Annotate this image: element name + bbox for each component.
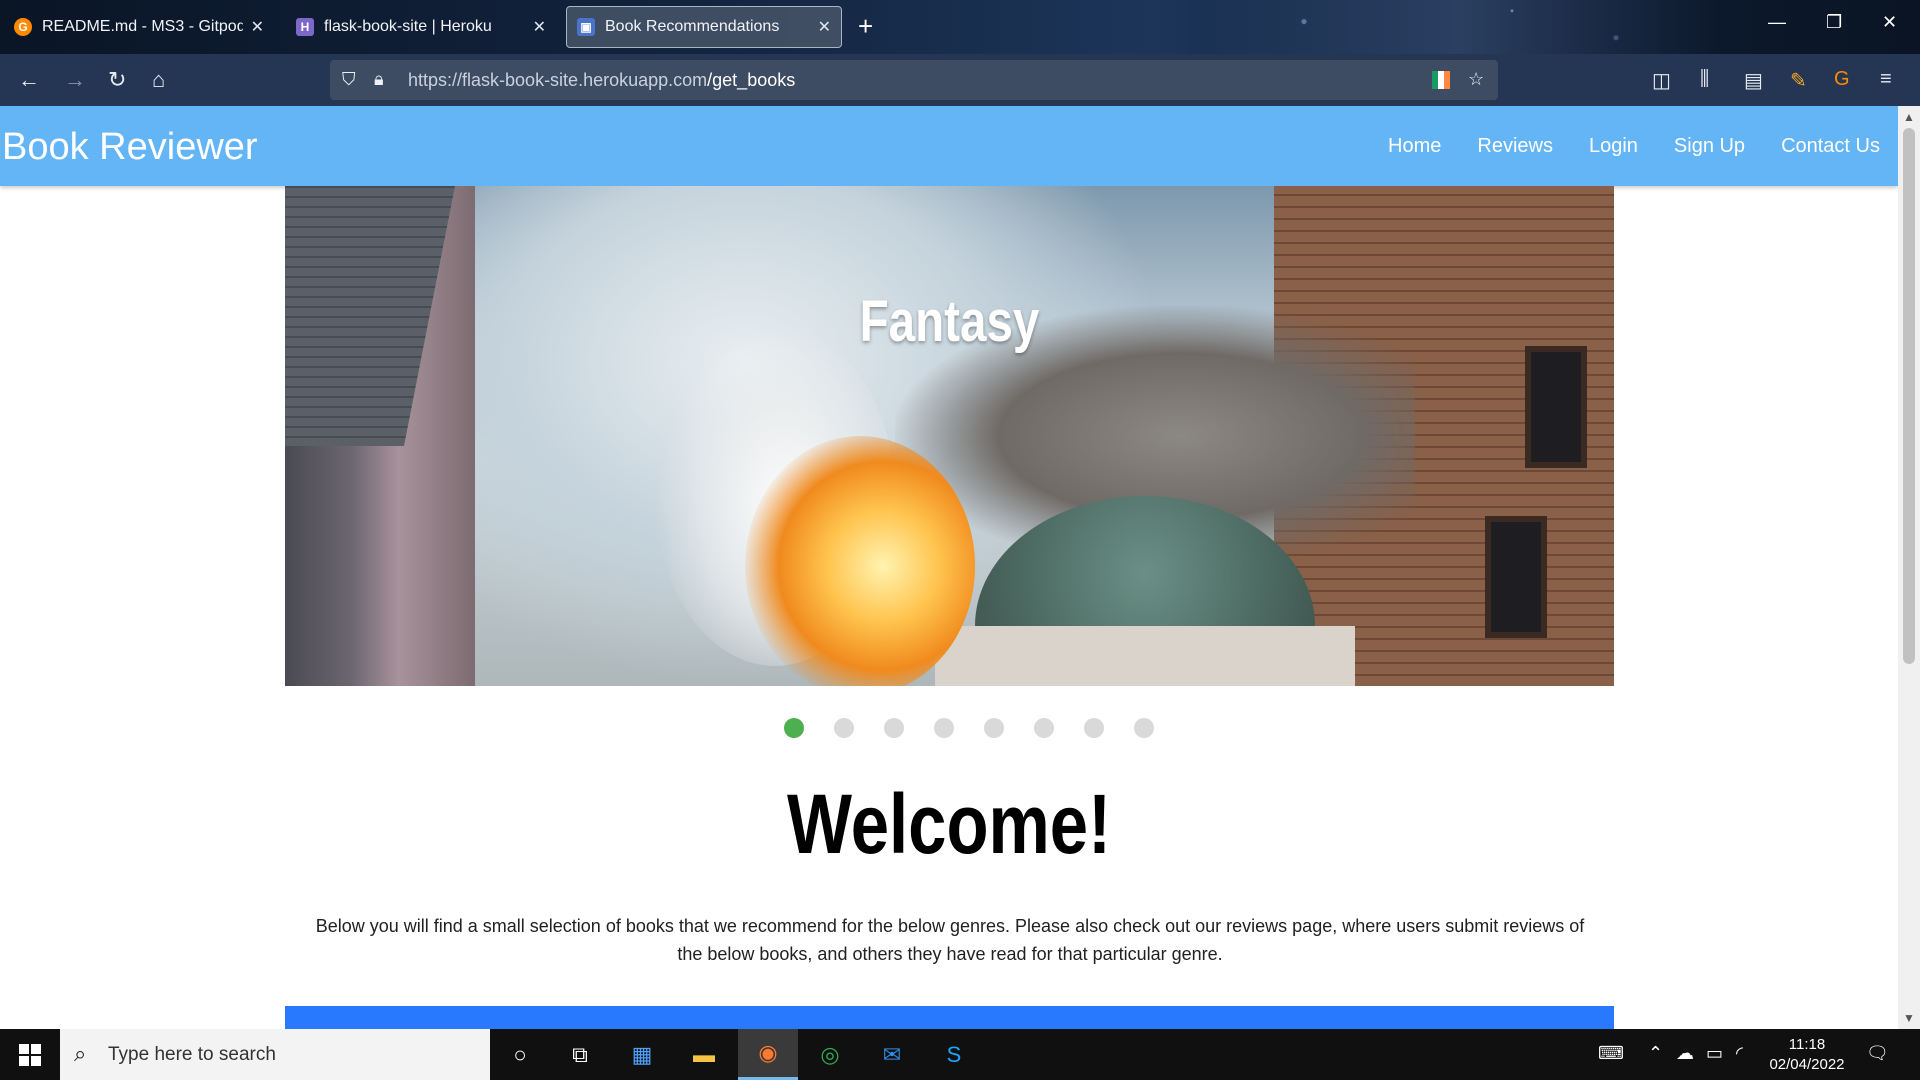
book-site-favicon: ▣	[577, 18, 595, 36]
web-page: Book Reviewer Home Reviews Login Sign Up…	[0, 106, 1898, 1029]
file-explorer-icon[interactable]: ▬	[674, 1029, 734, 1080]
store-icon[interactable]: ▦	[612, 1029, 672, 1080]
carousel-dot-3[interactable]	[884, 718, 904, 738]
slide-fire	[745, 436, 975, 686]
carousel-dot-2[interactable]	[834, 718, 854, 738]
taskbar-search[interactable]: ⌕ Type here to search	[60, 1029, 490, 1080]
start-button[interactable]	[0, 1029, 60, 1080]
tab-title: flask-book-site | Heroku	[324, 18, 492, 35]
carousel-dot-5[interactable]	[984, 718, 1004, 738]
wifi-icon[interactable]: ◜	[1736, 1043, 1743, 1064]
forward-icon[interactable]: →	[64, 68, 86, 92]
notification-icon[interactable]: 🗨︎	[1866, 1043, 1889, 1064]
carousel-dot-4[interactable]	[934, 718, 954, 738]
page-scrollbar[interactable]: ▲ ▼	[1898, 106, 1920, 1029]
search-icon: ⌕	[74, 1041, 87, 1066]
nav-contact-us[interactable]: Contact Us	[1763, 106, 1898, 186]
onedrive-icon[interactable]: ☁	[1676, 1043, 1694, 1064]
carousel-caption: Fantasy	[859, 289, 1040, 354]
back-icon[interactable]: ←	[18, 68, 40, 92]
tab-title: README.md - MS3 - Gitpod Co	[42, 18, 243, 35]
sidebar-icon[interactable]: ▤	[1744, 68, 1763, 93]
new-tab-button[interactable]: +	[858, 10, 873, 42]
firefox-icon[interactable]: ◉	[738, 1029, 798, 1080]
reload-icon[interactable]: ↻	[108, 68, 126, 92]
tab-title: Book Recommendations	[605, 18, 780, 35]
brand-logo[interactable]: Book Reviewer	[2, 126, 258, 169]
carousel-dot-1[interactable]	[784, 718, 804, 738]
library-icon[interactable]: ⫼	[1700, 68, 1709, 91]
minimize-button[interactable]: —	[1768, 12, 1786, 33]
carousel-slide[interactable]: Fantasy	[285, 186, 1614, 686]
welcome-heading: Welcome!	[786, 777, 1112, 871]
clock-time: 11:18	[1788, 1036, 1826, 1053]
theme-background-art	[1200, 0, 1720, 54]
restore-button[interactable]: ❐	[1826, 12, 1842, 33]
tab-gitpod[interactable]: G README.md - MS3 - Gitpod Co ✕	[4, 6, 274, 48]
tracking-shield-icon[interactable]: ⛉	[342, 69, 356, 90]
tab-book-recommendations[interactable]: ▣ Book Recommendations ✕	[566, 6, 842, 48]
clock-date: 02/04/2022	[1769, 1056, 1845, 1073]
close-tab-icon[interactable]: ✕	[818, 17, 831, 37]
mail-icon[interactable]: ✉	[862, 1029, 922, 1080]
genre-card	[285, 1006, 1614, 1029]
gitpod-extension-icon[interactable]: G	[1834, 68, 1850, 91]
bookmark-star-icon[interactable]: ☆	[1468, 69, 1484, 90]
windows-taskbar: ⌕ Type here to search ○ ⧉ ▦ ▬ ◉ ◎ ✉ S ⌨ …	[0, 1029, 1920, 1080]
gitpod-logo-icon: G	[14, 18, 32, 36]
tab-heroku[interactable]: H flask-book-site | Heroku ✕	[286, 6, 556, 48]
intro-paragraph: Below you will find a small selection of…	[315, 916, 1585, 964]
pocket-icon[interactable]: ◫	[1652, 68, 1671, 93]
home-icon[interactable]: ⌂	[152, 68, 165, 92]
close-tab-icon[interactable]: ✕	[251, 17, 264, 37]
slide-dome-base	[935, 626, 1355, 686]
keyboard-icon[interactable]: ⌨	[1598, 1043, 1624, 1064]
site-navbar: Book Reviewer Home Reviews Login Sign Up…	[0, 106, 1898, 186]
url-text[interactable]: https://flask-book-site.herokuapp.com/ge…	[408, 70, 795, 91]
scroll-up-icon[interactable]: ▲	[1898, 110, 1920, 124]
slide-window	[1525, 346, 1587, 468]
nav-home[interactable]: Home	[1370, 106, 1459, 186]
search-placeholder: Type here to search	[108, 1044, 276, 1065]
system-clock[interactable]: 11:18 02/04/2022	[1752, 1035, 1862, 1075]
slide-window	[1485, 516, 1547, 638]
chrome-icon[interactable]: ◎	[800, 1029, 860, 1080]
close-window-button[interactable]: ✕	[1882, 12, 1897, 33]
carousel-indicators	[0, 718, 1898, 738]
carousel-dot-6[interactable]	[1034, 718, 1054, 738]
address-bar[interactable]: ⛉ 🔒︎ https://flask-book-site.herokuapp.c…	[330, 60, 1498, 100]
carousel-dot-8[interactable]	[1134, 718, 1154, 738]
battery-icon[interactable]: ▭	[1706, 1043, 1723, 1064]
cortana-icon[interactable]: ○	[490, 1029, 550, 1080]
task-view-icon[interactable]: ⧉	[550, 1029, 610, 1080]
lock-icon[interactable]: 🔒︎	[374, 69, 384, 90]
windows-logo-icon	[19, 1043, 41, 1066]
scroll-down-icon[interactable]: ▼	[1898, 1011, 1920, 1025]
heroku-logo-icon: H	[296, 18, 314, 36]
nav-reviews[interactable]: Reviews	[1459, 106, 1571, 186]
browser-toolbar: ← → ↻ ⌂ ⛉ 🔒︎ https://flask-book-site.her…	[0, 54, 1920, 106]
tray-chevron-icon[interactable]: ⌃	[1648, 1043, 1663, 1064]
close-tab-icon[interactable]: ✕	[533, 17, 546, 37]
browser-tab-strip: G README.md - MS3 - Gitpod Co ✕ H flask-…	[0, 0, 1920, 54]
menu-icon[interactable]: ≡	[1880, 68, 1892, 91]
nav-login[interactable]: Login	[1571, 106, 1656, 186]
skype-icon[interactable]: S	[924, 1029, 984, 1080]
site-nav-links: Home Reviews Login Sign Up Contact Us	[1370, 106, 1898, 186]
ireland-flag-icon[interactable]	[1432, 71, 1450, 89]
carousel-dot-7[interactable]	[1084, 718, 1104, 738]
scrollbar-thumb[interactable]	[1903, 128, 1915, 664]
extension-icon[interactable]: ✎	[1790, 68, 1807, 93]
nav-sign-up[interactable]: Sign Up	[1656, 106, 1763, 186]
